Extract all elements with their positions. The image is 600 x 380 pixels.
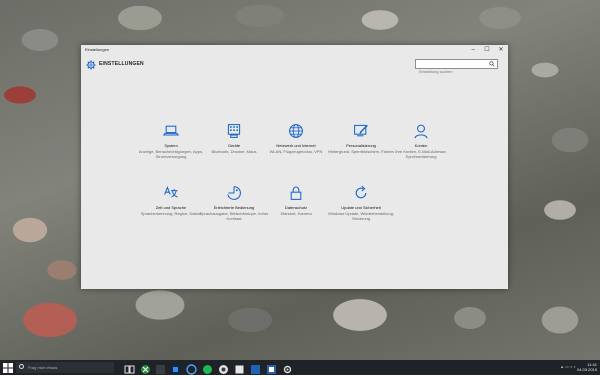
system-tray-icons[interactable]: ▲ ▭ ◖ ◗	[560, 364, 576, 369]
title-bar: Einstellungen – ☐ ✕	[81, 45, 508, 55]
spotify-app-icon[interactable]	[202, 362, 213, 374]
category-description: Ihre Konten, E-Mail-Adresse, Synchronisi…	[395, 149, 447, 159]
edge-browser-icon[interactable]	[186, 362, 197, 375]
windows-start-icon[interactable]	[3, 363, 13, 373]
ease-of-access-icon	[227, 186, 241, 200]
settings-search-box[interactable]	[415, 59, 498, 76]
settings-window: Einstellungen – ☐ ✕ EINSTELLUNGEN Einste…	[81, 45, 508, 289]
category-privacy[interactable]: Datenschutz Standort, Kamera	[261, 185, 331, 216]
refresh-icon	[355, 185, 367, 199]
lock-icon	[290, 186, 302, 200]
close-button[interactable]: ✕	[494, 45, 508, 55]
app-icon[interactable]	[155, 362, 166, 374]
category-title: Zeit und Sprache	[155, 205, 187, 210]
category-accounts[interactable]: Konten Ihre Konten, E-Mail-Adresse, Sync…	[386, 123, 456, 159]
xbox-app-icon[interactable]	[140, 362, 151, 374]
category-description: Standort, Kamera	[280, 211, 312, 216]
page-title: EINSTELLUNGEN	[99, 61, 144, 67]
category-description: WLAN, Flugzeugmodus, VPN	[269, 149, 323, 154]
task-view-icon[interactable]	[124, 362, 135, 374]
person-icon	[414, 124, 428, 139]
gear-icon	[86, 60, 96, 70]
minimize-button[interactable]: –	[466, 45, 480, 55]
category-description: Sprachausgabe, Bildschirmlupe, hoher Kon…	[199, 211, 269, 221]
settings-header: EINSTELLUNGEN	[81, 55, 508, 76]
taskbar-clock[interactable]: 11:41 04.03.2015	[577, 362, 597, 372]
store-app-icon[interactable]	[234, 362, 245, 374]
keyboard-icon	[227, 124, 241, 138]
settings-gear-icon[interactable]	[282, 362, 293, 374]
category-description: Spracherkennung, Region, Datum	[140, 211, 202, 216]
category-system[interactable]: System Anzeige, Benachrichtigungen, Apps…	[136, 123, 206, 159]
maximize-button[interactable]: ☐	[480, 45, 494, 55]
category-time-language[interactable]: Zeit und Sprache Spracherkennung, Region…	[136, 185, 206, 216]
category-description: Windows Update, Wiederherstellung, Siche…	[328, 211, 394, 221]
category-title: Geräte	[227, 143, 241, 148]
language-icon	[164, 185, 178, 198]
globe-icon	[289, 124, 303, 138]
category-description: Anzeige, Benachrichtigungen, Apps, Strom…	[138, 149, 204, 159]
search-icon[interactable]	[489, 61, 495, 67]
paintbrush-icon	[354, 124, 368, 137]
category-title: Konten	[414, 143, 428, 148]
laptop-icon	[163, 125, 179, 136]
photoshop-app-icon[interactable]	[170, 362, 181, 374]
taskbar-search-placeholder: Frag mich etwas	[28, 365, 58, 370]
category-title: Netzwerk und Internet	[276, 143, 316, 148]
taskbar: Frag mich etwas ▲ ▭ ◖ ◗ 11:41 04.03.2015	[0, 360, 600, 375]
category-title: System	[164, 143, 178, 148]
word-app-icon[interactable]	[266, 362, 277, 374]
cortana-icon	[19, 364, 24, 369]
clock-date: 04.03.2015	[576, 367, 597, 372]
category-ease-of-access[interactable]: Erleichterte Bedienung Sprachausgabe, Bi…	[199, 185, 269, 221]
outlook-app-icon[interactable]	[250, 362, 261, 374]
settings-search-input[interactable]	[416, 67, 489, 76]
category-devices[interactable]: Geräte Bluetooth, Drucker, Maus	[199, 123, 269, 154]
window-title: Einstellungen	[85, 47, 110, 52]
app-icon[interactable]	[218, 362, 229, 374]
category-title: Datenschutz	[284, 205, 308, 210]
category-network[interactable]: Netzwerk und Internet WLAN, Flugzeugmodu…	[261, 123, 331, 154]
taskbar-search-box[interactable]: Frag mich etwas	[16, 362, 114, 373]
category-update-security[interactable]: Update und Sicherheit Windows Update, Wi…	[326, 185, 396, 221]
category-description: Bluetooth, Drucker, Maus	[211, 149, 257, 154]
category-title: Erleichterte Bedienung	[213, 205, 255, 210]
category-title: Update und Sicherheit	[341, 205, 381, 210]
